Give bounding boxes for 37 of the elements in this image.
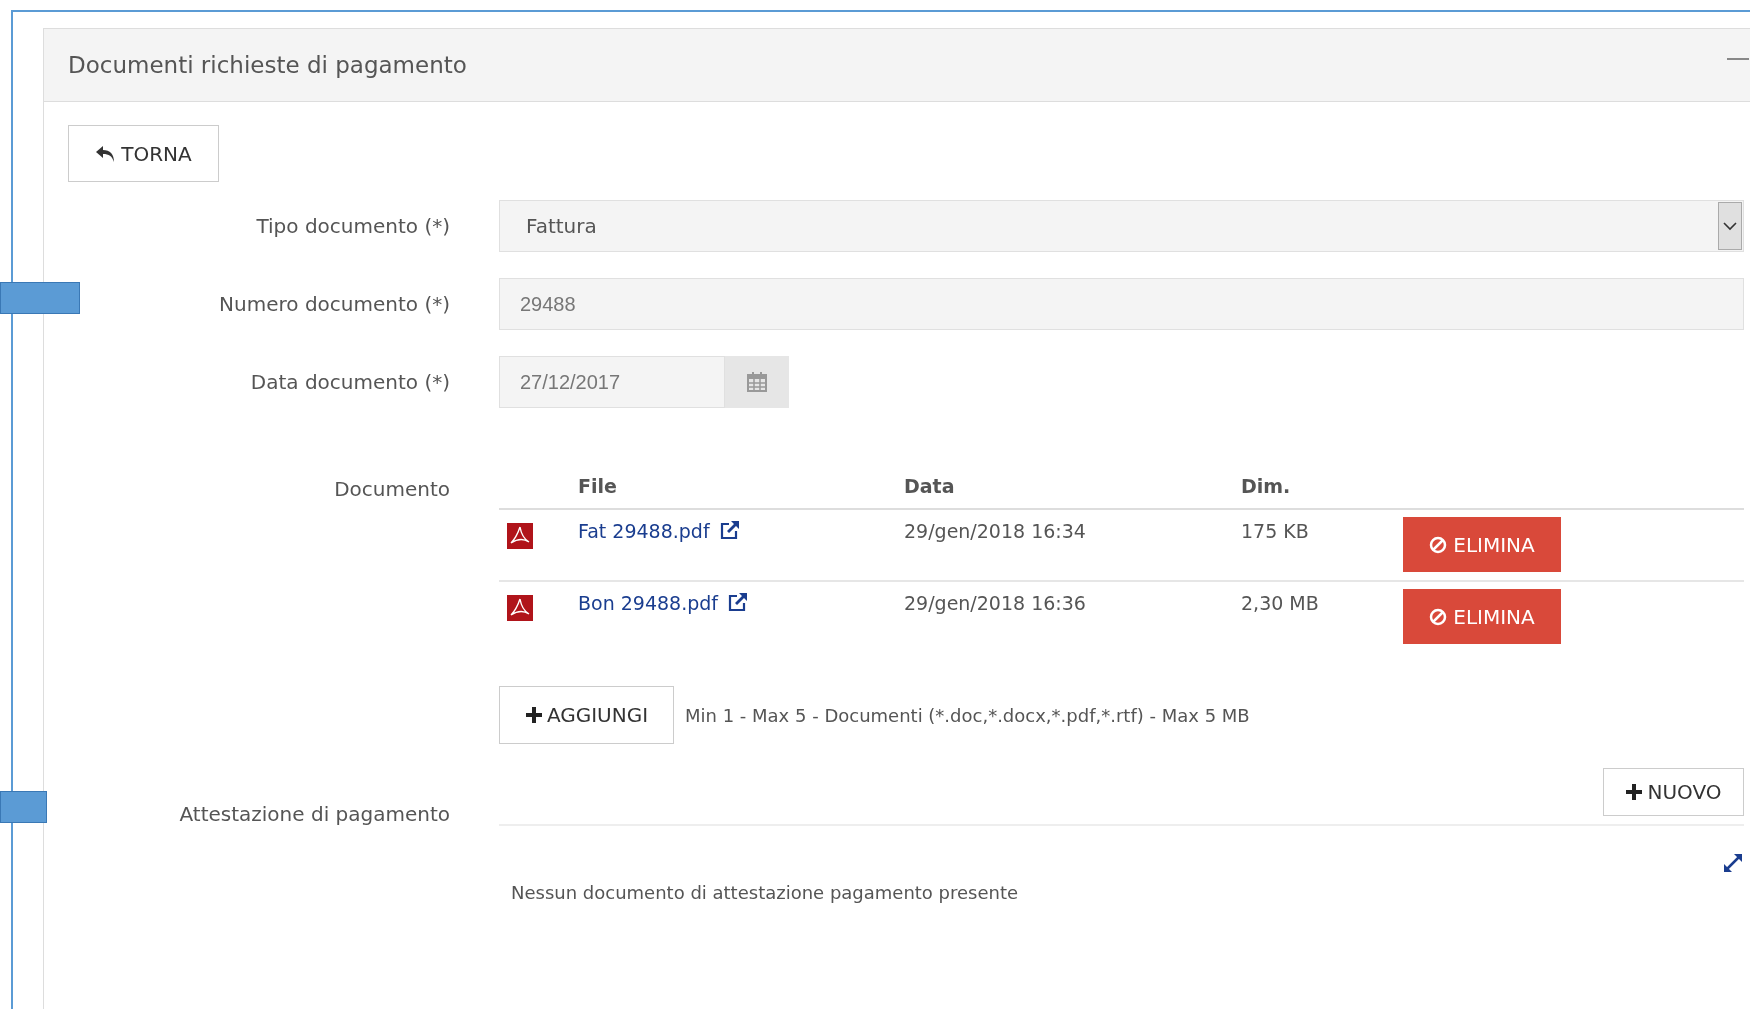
external-link-icon [728,592,749,612]
delete-button[interactable]: ELIMINA [1403,517,1561,572]
select-field[interactable]: Fattura [499,200,1744,252]
table-cell-text: 29/gen/2018 16:34 [904,520,1087,542]
date-field[interactable]: 27/12/2017 [499,356,725,408]
expand-icon[interactable] [1722,852,1744,874]
field-label: Numero documento (*) [218,292,450,316]
calendar-icon [747,372,767,392]
new-button[interactable]: NUOVO [1603,768,1744,816]
field-label: Documento [333,476,450,503]
pdf-file-icon [507,523,533,549]
file-link[interactable]: Fat 29488.pdf [578,520,710,542]
delete-button[interactable]: ELIMINA [1403,589,1561,644]
column-header: Data [904,474,956,497]
ban-icon [1429,535,1448,554]
column-header: Dim. [1241,474,1292,497]
calendar-button[interactable] [725,356,789,408]
table-cell-text: 29/gen/2018 16:36 [904,592,1087,614]
column-header: File [578,474,618,497]
add-button[interactable]: AGGIUNGI [499,686,674,744]
field-label: Tipo documento (*) [255,214,450,238]
chevron-down-icon [1723,221,1737,231]
table-cell-text: 2,30 MB [1241,592,1320,614]
field-label: Data documento (*) [249,370,450,394]
upload-hint: Min 1 - Max 5 - Documenti (*.doc,*.docx,*.pdf,*.rtf) - Max 5 MB [685,704,1250,726]
empty-message: Nessun documento di attestazione pagamento presente [510,882,1019,903]
back-button[interactable]: TORNA [68,125,219,182]
file-link[interactable]: Bon 29488.pdf [578,592,719,614]
table-cell-text: 175 KB [1241,520,1310,542]
input-field[interactable]: 29488 [499,278,1744,330]
plus-icon [524,706,543,724]
pdf-file-icon [507,595,533,621]
external-link-icon [719,520,740,540]
ban-icon [1429,607,1448,626]
panel-title: Documenti richieste di pagamento [68,52,467,78]
plus-icon [1625,783,1644,801]
field-label: Attestazione di pagamento [178,801,450,828]
